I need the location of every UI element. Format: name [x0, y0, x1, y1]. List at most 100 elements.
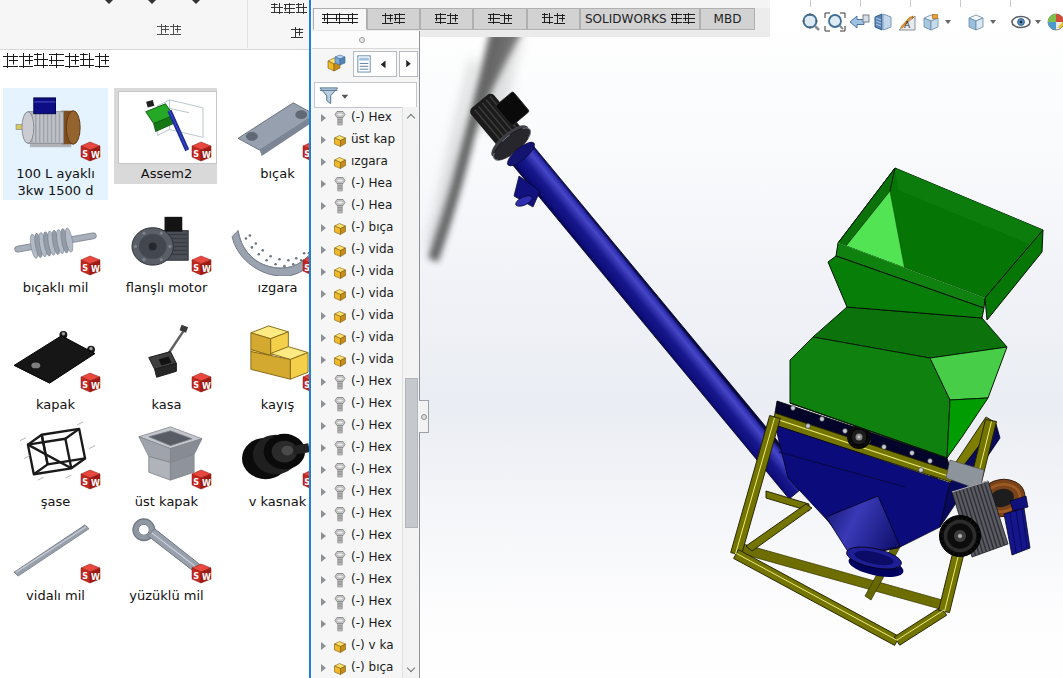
file-label[interactable]: vidalı mil [3, 587, 108, 604]
previous-view-icon[interactable] [848, 10, 870, 34]
tree-item[interactable]: (-) bıça [312, 657, 402, 678]
tree-item-label[interactable]: (-) Hex [351, 396, 401, 413]
file-thumbnail-v-kasnak[interactable] [229, 419, 309, 490]
tree-item[interactable]: (-) Hex [312, 481, 402, 503]
file-thumbnail-izgara[interactable] [229, 205, 309, 276]
tab-评估[interactable] [527, 8, 580, 30]
tree-item-label[interactable]: (-) vida [351, 330, 401, 347]
tree-item[interactable]: (-) Hex [312, 371, 402, 393]
tree-item-label[interactable]: (-) Hex [351, 418, 401, 435]
file-thumbnail-bicak[interactable] [229, 91, 309, 162]
zoom-to-area-icon[interactable] [824, 10, 846, 34]
tree-item-label[interactable]: (-) Hex [351, 484, 401, 501]
featuremanager-flyout-handle[interactable] [419, 400, 429, 433]
file-label-line2[interactable]: 3kw 1500 d [3, 182, 108, 199]
new-button[interactable] [291, 26, 303, 40]
expand-arrow-icon[interactable] [321, 202, 326, 210]
tree-item-label[interactable]: (-) bıça [351, 220, 401, 237]
file-label[interactable]: yüzüklü mil [114, 587, 219, 604]
display-style-icon[interactable] [965, 10, 987, 34]
expand-arrow-icon[interactable] [321, 224, 326, 232]
featuremanager-tree-tab[interactable] [353, 51, 397, 77]
tab-solidworks-addins[interactable]: SOLIDWORKS [580, 8, 700, 30]
ribbon-dropdown-arrow[interactable] [192, 0, 200, 4]
panel-splitter-handle[interactable] [312, 31, 419, 49]
file-label[interactable]: kasa [114, 396, 219, 413]
tree-scrollbar[interactable] [402, 107, 419, 678]
tree-item[interactable]: (-) Hex [312, 437, 402, 459]
dropdown-arrow-icon[interactable] [945, 20, 951, 24]
tree-item[interactable]: (-) Hea [312, 173, 402, 195]
tree-item-label[interactable]: (-) bıça [351, 660, 401, 677]
file-thumbnail-kayis[interactable] [229, 322, 309, 393]
expand-arrow-icon[interactable] [321, 268, 326, 276]
tree-item-label[interactable]: (-) Hex [351, 572, 401, 589]
tab-标注[interactable] [473, 8, 527, 30]
tree-item-label[interactable]: (-) Hex [351, 374, 401, 391]
tree-item-label[interactable]: (-) Hex [351, 528, 401, 545]
tree-item-label[interactable]: (-) Hea [351, 198, 401, 215]
expand-arrow-icon[interactable] [321, 664, 326, 672]
tree-item[interactable]: (-) Hex [312, 459, 402, 481]
file-label[interactable]: üst kapak [114, 493, 219, 510]
expand-arrow-icon[interactable] [321, 158, 326, 166]
expand-arrow-icon[interactable] [321, 334, 326, 342]
tree-expand-arrow-button[interactable] [399, 51, 418, 77]
tab-草图[interactable] [420, 8, 473, 30]
tree-item[interactable]: (-) Hex [312, 525, 402, 547]
expand-arrow-icon[interactable] [321, 422, 326, 430]
tree-item[interactable]: (-) vida [312, 261, 402, 283]
tree-item[interactable]: (-) Hex [312, 569, 402, 591]
graphics-viewport[interactable] [419, 31, 1063, 678]
file-label[interactable]: ızgara [225, 279, 309, 296]
tree-item[interactable]: (-) vida [312, 283, 402, 305]
tab-MBD[interactable]: MBD [700, 8, 755, 30]
file-label[interactable]: v kasnak [225, 493, 309, 510]
tree-filter-box[interactable] [314, 82, 417, 108]
tree-item-label[interactable]: (-) Hex [351, 594, 401, 611]
expand-arrow-icon[interactable] [321, 642, 326, 650]
tree-item[interactable]: (-) Hex [312, 503, 402, 525]
expand-arrow-icon[interactable] [321, 444, 326, 452]
expand-arrow-icon[interactable] [321, 400, 326, 408]
file-label[interactable]: flanşlı motor [114, 279, 219, 296]
scrollbar-thumb[interactable] [405, 378, 418, 528]
expand-arrow-icon[interactable] [321, 114, 326, 122]
tree-item[interactable]: (-) v ka [312, 635, 402, 657]
tree-item[interactable]: üst kap [312, 129, 402, 151]
tab-装配体[interactable] [313, 8, 367, 30]
tree-item[interactable]: (-) vida [312, 305, 402, 327]
ribbon-dropdown-arrow[interactable] [148, 0, 156, 4]
expand-arrow-icon[interactable] [321, 510, 326, 518]
file-label[interactable]: bıçak [225, 165, 309, 182]
tree-item[interactable]: (-) Hex [312, 613, 402, 635]
tree-item[interactable]: (-) Hex [312, 393, 402, 415]
expand-arrow-icon[interactable] [321, 356, 326, 364]
tree-item[interactable]: (-) Hex [312, 107, 402, 129]
expand-arrow-icon[interactable] [321, 290, 326, 298]
tab-布局[interactable] [367, 8, 420, 30]
tree-item-label[interactable]: (-) v ka [351, 638, 401, 655]
ribbon-dropdown-arrow[interactable] [105, 0, 113, 4]
tree-item[interactable]: ızgara [312, 151, 402, 173]
tree-item[interactable]: (-) Hex [312, 547, 402, 569]
expand-arrow-icon[interactable] [321, 246, 326, 254]
file-label[interactable]: kapak [3, 396, 108, 413]
expand-arrow-icon[interactable] [321, 620, 326, 628]
file-label[interactable]: Assem2 [114, 165, 219, 182]
tree-item-label[interactable]: (-) Hea [351, 176, 401, 193]
expand-arrow-icon[interactable] [321, 466, 326, 474]
section-view-icon[interactable] [872, 10, 894, 34]
view-orientation-icon[interactable] [920, 10, 942, 34]
tree-item-label[interactable]: (-) vida [351, 242, 401, 259]
hide-show-items-icon[interactable] [1010, 10, 1032, 34]
tree-item[interactable]: (-) bıça [312, 217, 402, 239]
file-label[interactable]: şase [3, 493, 108, 510]
expand-arrow-icon[interactable] [321, 180, 326, 188]
crusher-assembly-3d-model[interactable] [420, 31, 1063, 678]
file-label[interactable]: 100 L ayaklı [3, 165, 108, 182]
tree-item-label[interactable]: üst kap [351, 132, 401, 149]
expand-arrow-icon[interactable] [321, 598, 326, 606]
tree-item[interactable]: (-) Hea [312, 195, 402, 217]
tree-item-label[interactable]: (-) Hex [351, 110, 401, 127]
